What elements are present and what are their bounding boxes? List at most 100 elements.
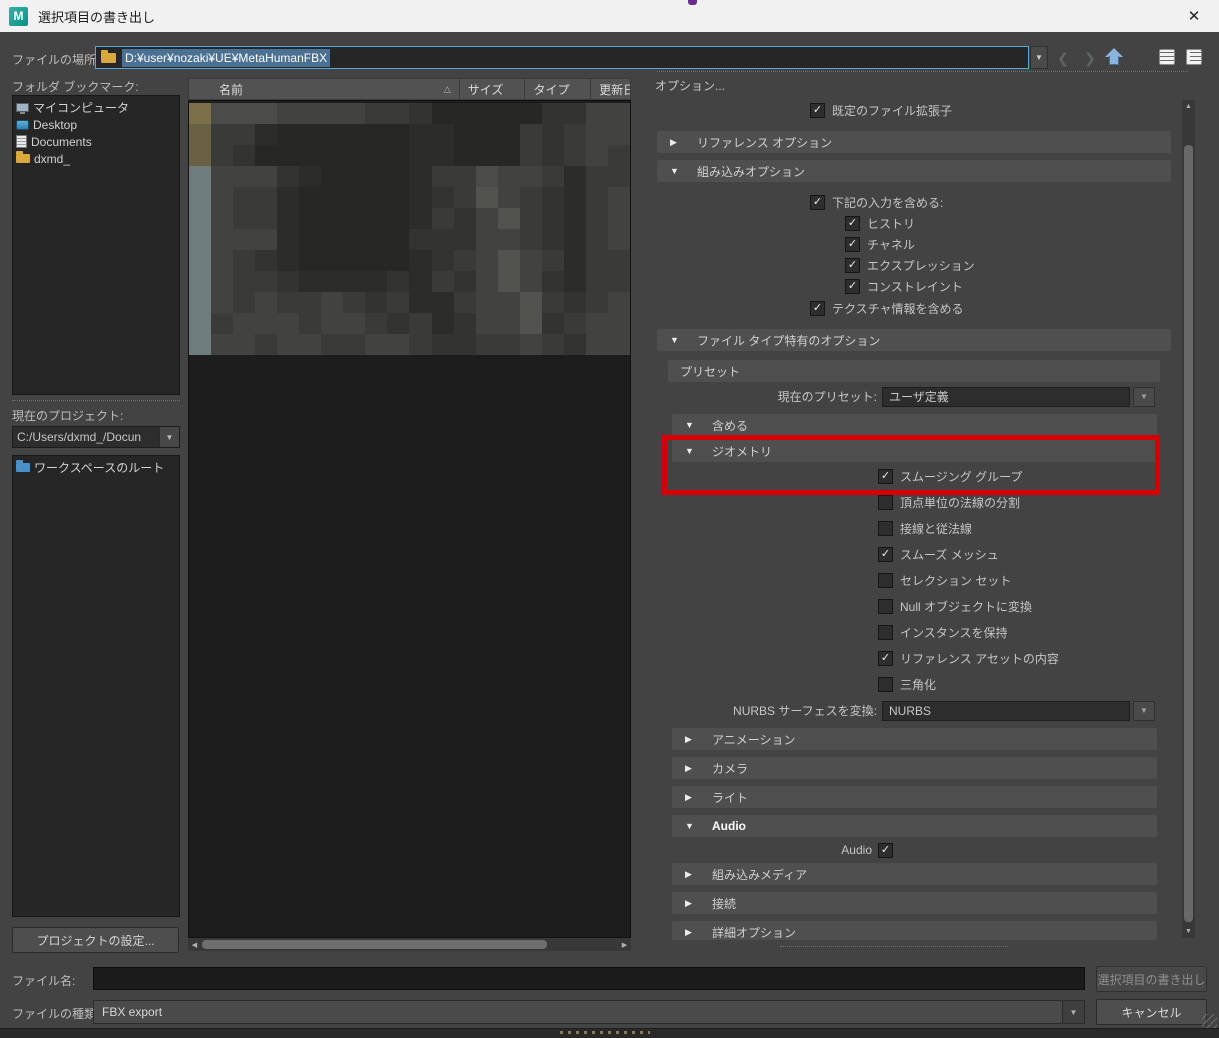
checkbox[interactable]: [878, 547, 893, 562]
chevron-down-icon[interactable]: ▼: [1133, 701, 1155, 721]
current-preset-label: 現在のプリセット:: [657, 388, 877, 405]
checkbox[interactable]: [810, 301, 825, 316]
section-reference-options[interactable]: ▶ リファレンス オプション: [657, 131, 1171, 153]
nurbs-convert-row: NURBS サーフェスを変換: NURBS ▼: [657, 700, 1154, 721]
bookmark-item-desktop[interactable]: Desktop: [13, 116, 179, 133]
scroll-right-icon[interactable]: ▶: [618, 938, 631, 951]
horizontal-scrollbar-thumb[interactable]: [202, 940, 547, 949]
option-split-per-vertex-normals[interactable]: 頂点単位の法線の分割: [657, 492, 1219, 513]
bookmark-forward-button[interactable]: ❯: [1080, 48, 1100, 68]
export-selection-dialog: M 選択項目の書き出し ✕ ファイルの場所: D:¥user¥nozaki¥UE…: [0, 0, 1219, 1038]
chevron-down-icon[interactable]: ▼: [159, 427, 179, 447]
option-selection-sets[interactable]: セレクション セット: [657, 570, 1219, 591]
section-audio[interactable]: ▼ Audio: [672, 815, 1157, 837]
checkbox[interactable]: [878, 599, 893, 614]
titlebar[interactable]: M 選択項目の書き出し ✕: [0, 0, 1219, 33]
option-expressions[interactable]: エクスプレッション: [657, 255, 1219, 276]
checkbox[interactable]: [810, 103, 825, 118]
file-name-input[interactable]: [93, 967, 1085, 990]
checkbox[interactable]: [810, 195, 825, 210]
option-smoothing-groups[interactable]: スムージング グループ: [657, 466, 1219, 487]
option-smooth-mesh[interactable]: スムーズ メッシュ: [657, 544, 1219, 565]
nurbs-convert-combo[interactable]: NURBS: [882, 701, 1130, 721]
checkbox[interactable]: [845, 258, 860, 273]
section-animation[interactable]: ▶ アニメーション: [672, 728, 1157, 750]
scroll-up-icon[interactable]: ▲: [1182, 100, 1195, 113]
details-view-button[interactable]: [1186, 49, 1202, 65]
resize-grip[interactable]: [1202, 1014, 1217, 1028]
window-title: 選択項目の書き出し: [38, 7, 155, 26]
file-location-input[interactable]: D:¥user¥nozaki¥UE¥MetaHumanFBX: [95, 46, 1029, 69]
bookmark-item-my-computer[interactable]: マイコンピュータ: [13, 99, 179, 116]
new-folder-button[interactable]: ✶: [1131, 71, 1219, 83]
project-settings-button[interactable]: プロジェクトの設定...: [12, 927, 179, 953]
column-header-name[interactable]: 名前 △: [189, 79, 460, 99]
workspace-root-item[interactable]: ワークスペースのルート: [13, 459, 179, 476]
options-header[interactable]: オプション...: [655, 77, 725, 94]
section-embedded-media[interactable]: ▶ 組み込みメディア: [672, 863, 1157, 885]
option-include-inputs[interactable]: 下記の入力を含める:: [657, 192, 1219, 213]
section-geometry[interactable]: ▼ ジオメトリ: [672, 440, 1157, 462]
options-vertical-scrollbar[interactable]: ▲ ▼: [1182, 100, 1195, 938]
bookmark-back-icon: ❮: [1057, 50, 1069, 67]
section-cameras[interactable]: ▶ カメラ: [672, 757, 1157, 779]
option-audio[interactable]: Audio: [657, 841, 893, 859]
cancel-button[interactable]: キャンセル: [1096, 999, 1207, 1025]
checkbox[interactable]: [878, 651, 893, 666]
maya-app-icon: M: [9, 7, 28, 26]
scroll-left-icon[interactable]: ◀: [188, 938, 201, 951]
section-file-type-options[interactable]: ▼ ファイル タイプ特有のオプション: [657, 329, 1171, 351]
horizontal-scrollbar[interactable]: ◀ ▶: [188, 938, 631, 951]
option-channels[interactable]: チャネル: [657, 234, 1219, 255]
bookmark-back-button[interactable]: ❮: [1053, 48, 1073, 68]
option-convert-to-null[interactable]: Null オブジェクトに変換: [657, 596, 1219, 617]
checkbox[interactable]: [878, 469, 893, 484]
export-selection-button[interactable]: 選択項目の書き出し: [1096, 966, 1207, 992]
list-view-button[interactable]: [1159, 49, 1175, 65]
option-tangents-binormals[interactable]: 接線と従法線: [657, 518, 1219, 539]
checkbox[interactable]: [845, 279, 860, 294]
presets-bar[interactable]: プリセット: [668, 360, 1160, 382]
checkbox[interactable]: [878, 677, 893, 692]
column-header-type[interactable]: タイプ: [525, 79, 591, 99]
option-triangulate[interactable]: 三角化: [657, 674, 1219, 695]
column-header-modified[interactable]: 更新日: [591, 79, 630, 99]
bookmark-item-documents[interactable]: Documents: [13, 133, 179, 150]
checkbox[interactable]: [845, 237, 860, 252]
option-constraints[interactable]: コンストレイント: [657, 276, 1219, 297]
collapse-arrow-icon: ▼: [670, 166, 681, 176]
checkbox[interactable]: [878, 521, 893, 536]
vertical-scrollbar-thumb[interactable]: [1184, 145, 1193, 922]
checkbox[interactable]: [878, 843, 893, 858]
option-default-file-extension[interactable]: 既定のファイル拡張子: [657, 100, 1219, 121]
checkbox[interactable]: [878, 495, 893, 510]
column-header-size[interactable]: サイズ: [460, 79, 526, 99]
checkbox[interactable]: [878, 573, 893, 588]
current-preset-combo[interactable]: ユーザ定義: [882, 387, 1130, 407]
file-name-label: ファイル名:: [12, 972, 75, 989]
chevron-down-icon[interactable]: ▼: [1062, 1001, 1084, 1023]
checkbox[interactable]: [845, 216, 860, 231]
options-drag-handle[interactable]: [780, 946, 1008, 947]
section-embed-options[interactable]: ▼ 組み込みオプション: [657, 160, 1171, 182]
checkbox[interactable]: [878, 625, 893, 640]
folder-icon: [101, 53, 116, 63]
section-include[interactable]: ▼ 含める: [672, 414, 1157, 436]
option-preserve-instances[interactable]: インスタンスを保持: [657, 622, 1219, 643]
bookmark-item-dxmd[interactable]: dxmd_: [13, 150, 179, 167]
expand-arrow-icon: ▶: [685, 734, 696, 745]
scroll-down-icon[interactable]: ▼: [1182, 925, 1195, 938]
close-icon[interactable]: ✕: [1177, 0, 1211, 31]
option-referenced-assets-content[interactable]: リファレンス アセットの内容: [657, 648, 1219, 669]
chevron-down-icon[interactable]: ▼: [1133, 387, 1155, 407]
location-dropdown-button[interactable]: ▼: [1030, 46, 1048, 69]
up-one-level-button[interactable]: [1104, 47, 1124, 67]
option-include-texture-info[interactable]: テクスチャ情報を含める: [657, 298, 1219, 319]
section-lights[interactable]: ▶ ライト: [672, 786, 1157, 808]
current-preset-row: 現在のプリセット: ユーザ定義 ▼: [657, 386, 1154, 407]
file-type-combo[interactable]: FBX export ▼: [93, 1000, 1085, 1024]
current-project-value: C:/Users/dxmd_/Docun: [13, 430, 159, 444]
option-history[interactable]: ヒストリ: [657, 213, 1219, 234]
current-project-combo[interactable]: C:/Users/dxmd_/Docun ▼: [12, 426, 180, 448]
section-connections[interactable]: ▶ 接続: [672, 892, 1157, 914]
